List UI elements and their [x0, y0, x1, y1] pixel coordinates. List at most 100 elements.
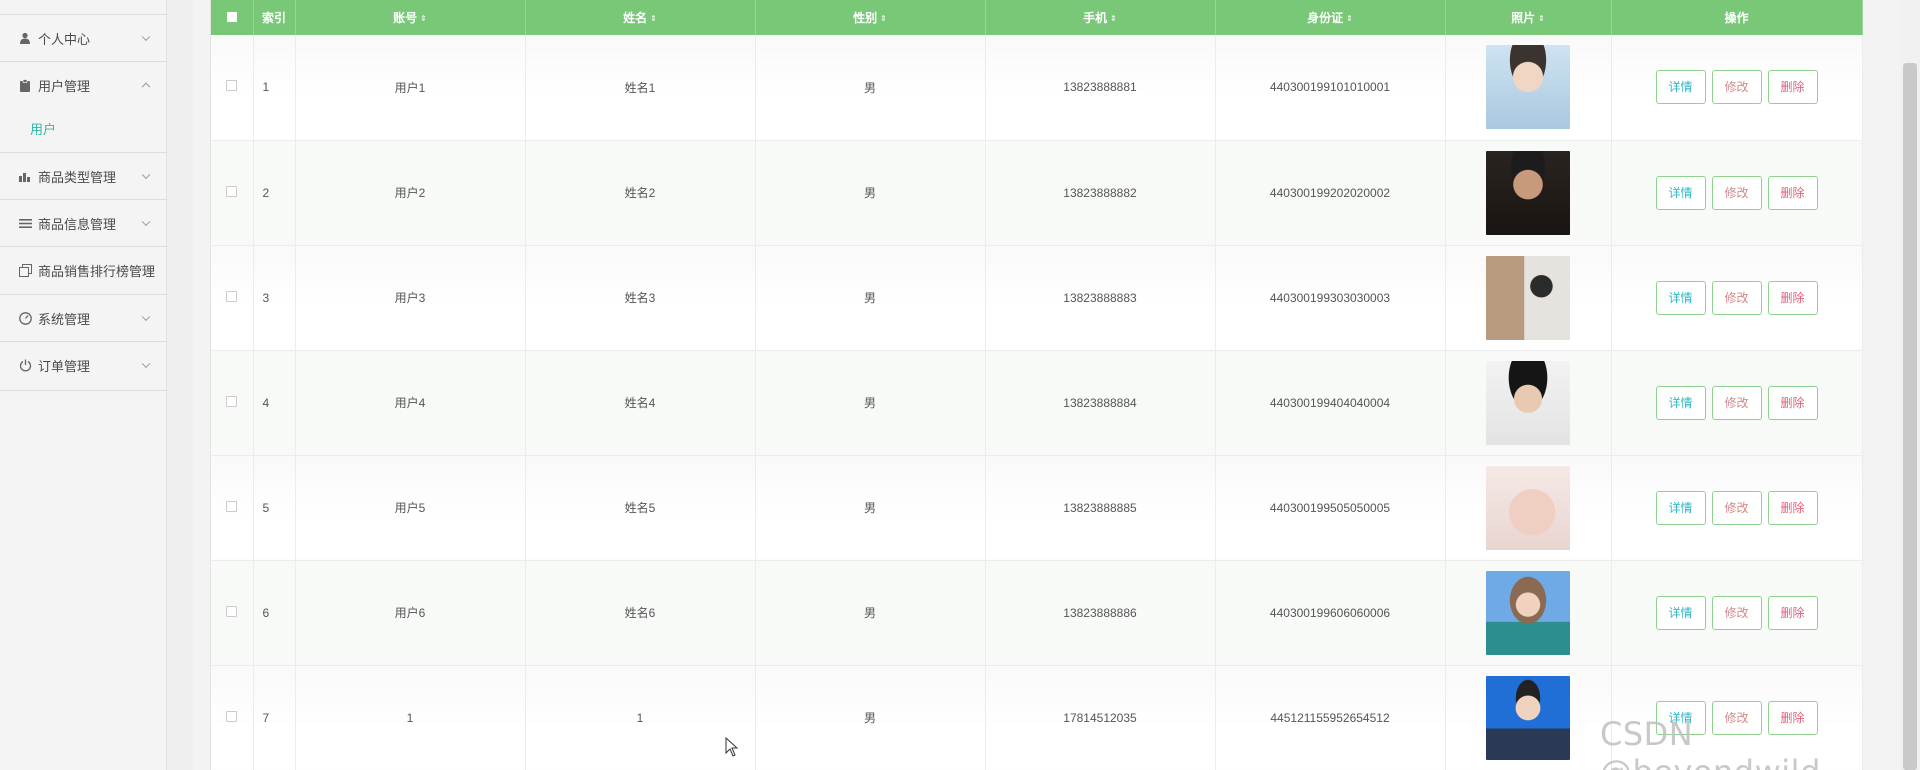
detail-button[interactable]: 详情 [1655, 280, 1706, 315]
row-checkbox[interactable] [226, 290, 238, 302]
edit-button[interactable]: 修改 [1711, 280, 1762, 315]
cell-account: 用户6 [295, 560, 526, 666]
cell-index: 3 [253, 245, 296, 351]
detail-button[interactable]: 详情 [1655, 175, 1706, 210]
sidebar: 个人中心 用户管理 用户 商品类型管理 商品信息管理 商品销售排行榜管理 系统管… [0, 0, 167, 770]
row-select-cell[interactable] [211, 140, 254, 246]
sidebar-item-order-management[interactable]: 订单管理 [0, 341, 167, 388]
cell-name: 姓名2 [525, 140, 756, 246]
row-checkbox[interactable] [226, 500, 238, 512]
row-checkbox[interactable] [226, 80, 238, 92]
delete-button[interactable]: 删除 [1767, 175, 1818, 210]
cell-idcard: 440300199505050005 [1215, 455, 1446, 561]
sidebar-item-product-info-management[interactable]: 商品信息管理 [0, 199, 167, 246]
row-checkbox[interactable] [226, 605, 238, 617]
table-row: 4 用户4 姓名4 男 13823888884 4403001994040400… [211, 350, 1863, 456]
cell-idcard: 445121155952654512 [1215, 665, 1446, 770]
delete-button[interactable]: 删除 [1767, 70, 1818, 105]
row-checkbox[interactable] [226, 185, 238, 197]
copy-icon [18, 263, 32, 277]
column-header-name[interactable]: 姓名 ⇕ [525, 0, 756, 35]
sidebar-item-personal-center[interactable]: 个人中心 [0, 14, 167, 61]
cell-actions: 详情 修改 删除 [1611, 350, 1863, 456]
sort-icon[interactable]: ⇕ [1346, 14, 1353, 23]
row-select-cell[interactable] [211, 560, 254, 666]
user-photo [1486, 45, 1570, 130]
column-header-phone[interactable]: 手机 ⇕ [985, 0, 1216, 35]
cell-index: 1 [253, 35, 296, 141]
cell-index: 5 [253, 455, 296, 561]
cell-gender: 男 [755, 245, 986, 351]
edit-button[interactable]: 修改 [1711, 595, 1762, 630]
row-select-cell[interactable] [211, 350, 254, 456]
column-header-gender[interactable]: 性别 ⇕ [755, 0, 986, 35]
detail-button[interactable]: 详情 [1655, 70, 1706, 105]
cell-idcard: 440300199606060006 [1215, 560, 1446, 666]
cell-index: 4 [253, 350, 296, 456]
cell-phone: 13823888886 [985, 560, 1216, 666]
select-all-header[interactable] [211, 0, 254, 35]
cell-phone: 13823888885 [985, 455, 1216, 561]
cell-gender: 男 [755, 560, 986, 666]
edit-button[interactable]: 修改 [1711, 70, 1762, 105]
submenu-item-users[interactable]: 用户 [30, 119, 56, 138]
edit-button[interactable]: 修改 [1711, 385, 1762, 420]
edit-button[interactable]: 修改 [1711, 490, 1762, 525]
detail-button[interactable]: 详情 [1655, 385, 1706, 420]
sort-icon[interactable]: ⇕ [880, 14, 887, 23]
sidebar-item-sales-ranking-management[interactable]: 商品销售排行榜管理 [0, 246, 167, 293]
sort-icon[interactable]: ⇕ [1110, 14, 1117, 23]
chevron-down-icon [141, 312, 151, 322]
cell-account: 用户1 [295, 35, 526, 141]
cell-index: 2 [253, 140, 296, 246]
sidebar-item-user-management[interactable]: 用户管理 [0, 61, 167, 108]
row-checkbox[interactable] [226, 395, 238, 407]
detail-button[interactable]: 详情 [1655, 490, 1706, 525]
list-icon [18, 216, 32, 230]
cell-name: 姓名3 [525, 245, 756, 351]
column-header-account[interactable]: 账号 ⇕ [295, 0, 526, 35]
chart-icon [18, 169, 32, 183]
sidebar-item-label: 商品信息管理 [38, 216, 117, 232]
sidebar-item-label: 商品类型管理 [38, 169, 117, 185]
delete-button[interactable]: 删除 [1767, 385, 1818, 420]
row-checkbox[interactable] [226, 710, 238, 722]
delete-button[interactable]: 删除 [1767, 490, 1818, 525]
cell-actions: 详情 修改 删除 [1611, 560, 1863, 666]
column-header-idcard[interactable]: 身份证 ⇕ [1215, 0, 1446, 35]
table-row: 1 用户1 姓名1 男 13823888881 4403001991010100… [211, 35, 1863, 141]
chevron-down-icon [141, 217, 151, 227]
row-select-cell[interactable] [211, 455, 254, 561]
chevron-down-icon [141, 170, 151, 180]
detail-button[interactable]: 详情 [1655, 595, 1706, 630]
cell-name: 姓名5 [525, 455, 756, 561]
sort-icon[interactable]: ⇕ [650, 14, 657, 23]
user-photo [1486, 255, 1570, 340]
scrollbar-thumb[interactable] [1903, 63, 1917, 770]
row-select-cell[interactable] [211, 245, 254, 351]
sort-icon[interactable]: ⇕ [420, 14, 427, 23]
cell-actions: 详情 修改 删除 [1611, 140, 1863, 246]
cell-name: 1 [525, 665, 756, 770]
sidebar-item-system-management[interactable]: 系统管理 [0, 294, 167, 341]
delete-button[interactable]: 删除 [1767, 595, 1818, 630]
sidebar-item-product-type-management[interactable]: 商品类型管理 [0, 152, 167, 199]
cell-account: 用户2 [295, 140, 526, 246]
select-all-checkbox[interactable] [226, 11, 237, 22]
row-select-cell[interactable] [211, 35, 254, 141]
chevron-down-icon [141, 359, 151, 369]
delete-button[interactable]: 删除 [1767, 280, 1818, 315]
row-select-cell[interactable] [211, 665, 254, 770]
sort-icon[interactable]: ⇕ [1538, 14, 1545, 23]
user-icon [18, 31, 32, 45]
edit-button[interactable]: 修改 [1711, 175, 1762, 210]
sidebar-item-label: 用户管理 [38, 78, 91, 94]
cell-gender: 男 [755, 665, 986, 770]
column-header-photo[interactable]: 照片 ⇕ [1445, 0, 1612, 35]
cell-gender: 男 [755, 35, 986, 141]
cell-name: 姓名1 [525, 35, 756, 141]
dashboard-icon [18, 311, 32, 325]
cell-idcard: 440300199303030003 [1215, 245, 1446, 351]
cell-phone: 13823888884 [985, 350, 1216, 456]
cell-photo [1445, 665, 1612, 770]
